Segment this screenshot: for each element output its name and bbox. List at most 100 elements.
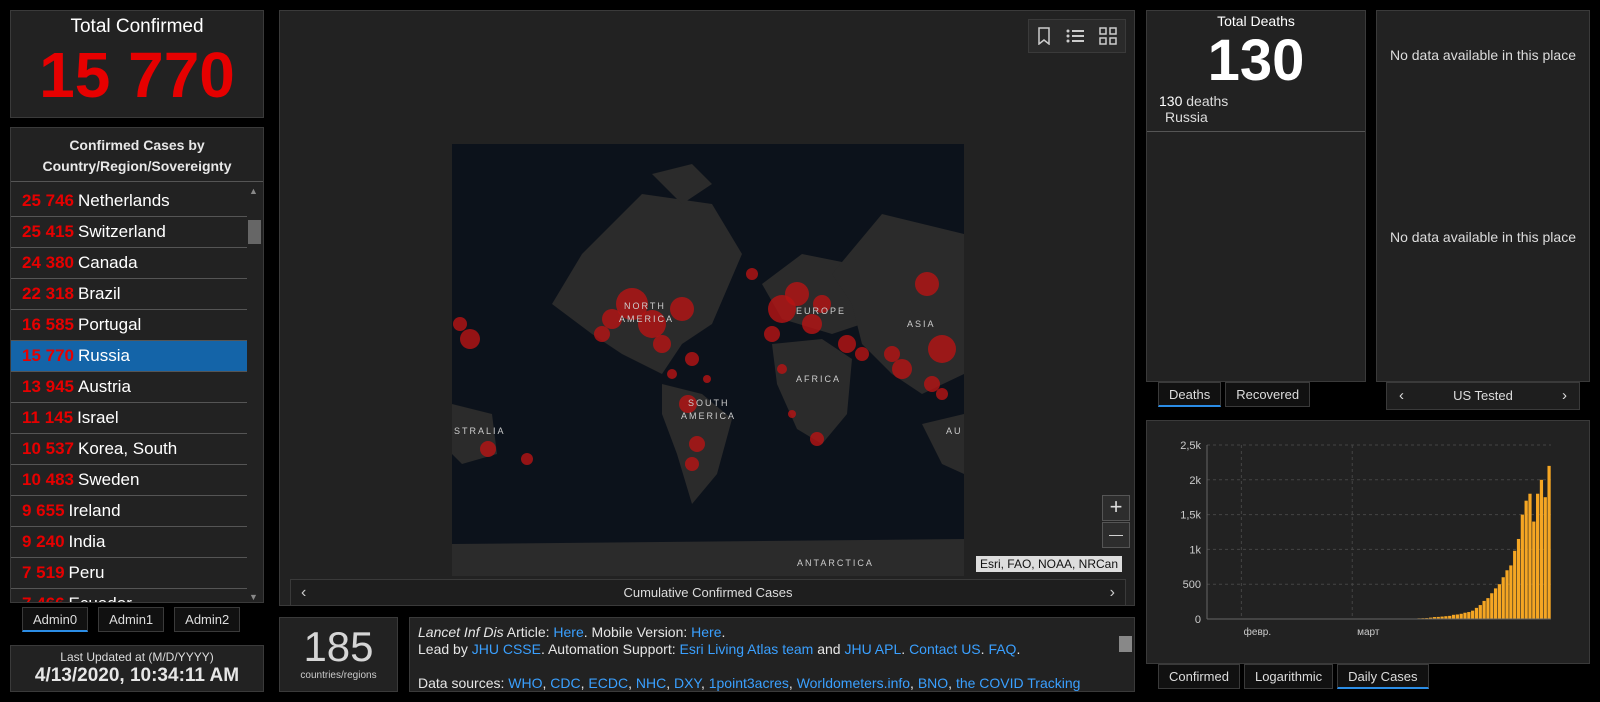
info-panel: Lancet Inf Dis Article: Here. Mobile Ver…	[409, 617, 1135, 692]
landmasses	[452, 164, 964, 576]
chevron-left-icon[interactable]: ‹	[301, 580, 306, 605]
chart-bar[interactable]	[1478, 605, 1482, 619]
tab-admin1[interactable]: Admin1	[98, 607, 165, 632]
country-row[interactable]: 22 318 Brazil	[11, 279, 247, 310]
y-tick-label: 2,5k	[1180, 440, 1201, 452]
chevron-right-icon[interactable]: ›	[1562, 383, 1567, 409]
tab-confirmed[interactable]: Confirmed	[1158, 664, 1240, 689]
map-toolbar	[1028, 19, 1126, 53]
country-row[interactable]: 16 585 Portugal	[11, 310, 247, 341]
data-source-link[interactable]: DXY	[674, 675, 701, 691]
chart-bar[interactable]	[1539, 479, 1544, 619]
country-row[interactable]: 9 240 India	[11, 527, 247, 558]
scroll-up-icon[interactable]: ▲	[249, 186, 258, 196]
chevron-right-icon[interactable]: ›	[1110, 580, 1115, 605]
country-row[interactable]: 15 770 Russia	[11, 341, 247, 372]
chart-bar[interactable]	[1505, 570, 1509, 619]
data-source-link[interactable]: CDC	[550, 675, 580, 691]
country-list-scrollbar[interactable]: ▲ ▼	[247, 186, 261, 602]
chart-bar[interactable]	[1516, 538, 1521, 619]
country-row[interactable]: 10 483 Sweden	[11, 465, 247, 496]
world-map[interactable]: NORTH AMERICA EUROPE ASIA AFRICA SOUTH A…	[452, 144, 964, 576]
faq-link[interactable]: FAQ	[988, 641, 1016, 657]
chart-bar[interactable]	[1482, 600, 1486, 619]
country-row[interactable]: 13 945 Austria	[11, 372, 247, 403]
tab-deaths[interactable]: Deaths	[1158, 382, 1222, 407]
scroll-down-icon[interactable]: ▼	[249, 592, 258, 602]
zoom-out-button[interactable]: —	[1102, 522, 1130, 548]
chart-bar[interactable]	[1547, 465, 1551, 619]
chart-bar[interactable]	[1501, 577, 1505, 619]
countries-count-panel: 185 countries/regions	[279, 617, 398, 692]
jhu-apl-link[interactable]: JHU APL	[844, 641, 901, 657]
country-row[interactable]: 25 746 Netherlands	[11, 186, 247, 217]
data-source-link[interactable]: NHC	[636, 675, 666, 691]
bookmark-icon[interactable]	[1037, 27, 1051, 45]
chart-bar[interactable]	[1524, 500, 1528, 619]
data-source-link[interactable]: 1point3acres	[709, 675, 789, 691]
list-icon[interactable]	[1066, 28, 1084, 44]
map-svg: NORTH AMERICA EUROPE ASIA AFRICA SOUTH A…	[452, 164, 964, 576]
chart-bar[interactable]	[1455, 614, 1459, 619]
chevron-left-icon[interactable]: ‹	[1399, 383, 1404, 409]
chart-bar[interactable]	[1520, 514, 1524, 619]
jhu-csse-link[interactable]: JHU CSSE	[472, 641, 541, 657]
deaths-detail-unit: deaths	[1186, 92, 1229, 109]
chart-bar[interactable]	[1532, 521, 1536, 619]
tab-admin2[interactable]: Admin2	[174, 607, 241, 632]
country-row[interactable]: 25 415 Switzerland	[11, 217, 247, 248]
x-tick-label: февр.	[1244, 626, 1271, 638]
chart-bar[interactable]	[1543, 497, 1547, 619]
country-row[interactable]: 10 537 Korea, South	[11, 434, 247, 465]
tab-recovered[interactable]: Recovered	[1225, 382, 1311, 407]
chart-bar[interactable]	[1513, 550, 1517, 619]
countries-count-label: countries/regions	[300, 670, 377, 682]
chart-bar[interactable]	[1509, 565, 1513, 619]
chart-bar[interactable]	[1536, 493, 1540, 619]
country-row[interactable]: 24 380 Canada	[11, 248, 247, 279]
info-and-text: and	[813, 641, 845, 657]
chart-bar[interactable]	[1493, 588, 1498, 619]
data-source-link[interactable]: BNO	[918, 675, 948, 691]
country-row[interactable]: 11 145 Israel	[11, 403, 247, 434]
total-deaths-panel: Total Deaths 130 130 deaths Russia	[1146, 10, 1366, 382]
article-link[interactable]: Here	[553, 624, 583, 640]
no-data-message-1: No data available in this place	[1389, 47, 1576, 63]
zoom-in-button[interactable]: +	[1102, 495, 1130, 521]
chart-bar[interactable]	[1451, 614, 1456, 619]
info-line-1: Lancet Inf Dis Article: Here. Mobile Ver…	[418, 624, 726, 640]
country-name: Brazil	[78, 284, 121, 303]
deaths-detail-country: Russia	[1165, 108, 1208, 125]
contact-us-link[interactable]: Contact US	[909, 641, 981, 657]
chart-bar[interactable]	[1467, 612, 1471, 619]
chart-bar[interactable]	[1528, 493, 1532, 619]
chart-bar[interactable]	[1497, 584, 1502, 619]
info-scrollbar-thumb[interactable]	[1119, 636, 1132, 652]
tab-daily-cases[interactable]: Daily Cases	[1337, 664, 1429, 689]
mobile-version-link[interactable]: Here	[691, 624, 721, 640]
x-tick-label: март	[1357, 627, 1380, 638]
chart-bar[interactable]	[1486, 598, 1490, 619]
qr-grid-icon[interactable]	[1099, 27, 1118, 45]
country-name: India	[68, 532, 106, 551]
tab-admin0[interactable]: Admin0	[22, 607, 89, 632]
chart-bar[interactable]	[1490, 593, 1494, 619]
data-source-link[interactable]: Worldometers.info	[797, 675, 910, 691]
data-source-link[interactable]: the COVID Tracking	[956, 675, 1081, 691]
data-source-link[interactable]: ECDC	[588, 675, 628, 691]
daily-cases-chart-panel: 0 500 1k 1,5k 2k 2,5k февр. март	[1146, 420, 1590, 664]
country-row[interactable]: 9 655 Ireland	[11, 496, 247, 527]
data-source-link[interactable]: WHO	[508, 675, 542, 691]
chart-bar[interactable]	[1459, 613, 1463, 619]
country-list[interactable]: 25 746 Netherlands 25 415 Switzerland 24 380…	[11, 186, 247, 602]
scrollbar-thumb[interactable]	[248, 220, 261, 244]
tab-logarithmic[interactable]: Logarithmic	[1243, 664, 1334, 689]
country-row[interactable]: 7 466 Ecuador	[11, 589, 247, 602]
chart-bar[interactable]	[1463, 612, 1467, 619]
country-name: Netherlands	[78, 191, 170, 210]
esri-link[interactable]: Esri Living Atlas team	[679, 641, 813, 657]
country-row[interactable]: 7 519 Peru	[11, 558, 247, 589]
info-scrollbar[interactable]	[1118, 620, 1132, 691]
chart-bar[interactable]	[1474, 607, 1479, 619]
chart-bar[interactable]	[1471, 610, 1475, 619]
